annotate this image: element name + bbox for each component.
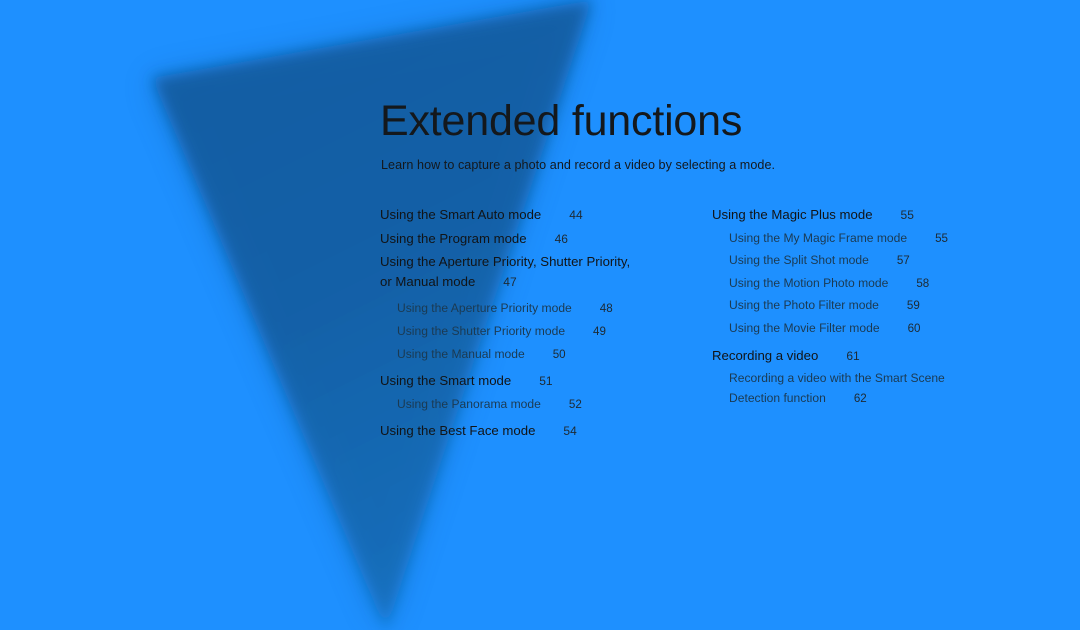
- toc-column-left: Using the Smart Auto mode 44 Using the Pr…: [380, 205, 690, 445]
- toc-entry-page: 57: [896, 254, 910, 268]
- toc-entry-movie-filter[interactable]: Using the Movie Filter mode 60: [712, 319, 1042, 339]
- toc-entry-aperture-priority[interactable]: Using the Aperture Priority mode 48: [380, 299, 690, 319]
- toc-entry-recording-video[interactable]: Recording a video 61: [712, 346, 1042, 367]
- toc-entry-page: 58: [916, 276, 930, 290]
- toc-entry-label: Using the Program mode: [380, 230, 527, 246]
- toc-entry-label: Using the Smart mode: [380, 373, 512, 389]
- toc-entry-aperture-shutter-manual[interactable]: Using the Aperture Priority, Shutter Pri…: [380, 252, 690, 292]
- toc-entry-page: 47: [503, 274, 517, 289]
- toc-entry-best-face-mode[interactable]: Using the Best Face mode 54: [380, 421, 690, 442]
- toc-entry-label: Using the Magic Plus mode: [712, 207, 873, 222]
- toc-entry-photo-filter[interactable]: Using the Photo Filter mode 59: [712, 296, 1042, 316]
- toc-column-right: Using the Magic Plus mode 55 Using the My…: [712, 205, 1042, 411]
- toc-entry-label: Using the Motion Photo mode: [729, 275, 889, 290]
- toc-entry-page: 49: [593, 324, 606, 338]
- page-title: Extended functions: [380, 97, 743, 145]
- toc-entry-label: Recording a video with the Smart Scene: [729, 371, 945, 386]
- toc-entry-shutter-priority[interactable]: Using the Shutter Priority mode 49: [380, 322, 690, 342]
- toc-entry-label-line2: or Manual mode: [380, 273, 476, 289]
- toc-entry-smart-mode[interactable]: Using the Smart mode 51: [380, 371, 690, 392]
- toc-entry-label: Using the Smart Auto mode: [380, 207, 542, 222]
- toc-entry-smart-scene-detection[interactable]: Recording a video with the Smart Scene D…: [712, 369, 1042, 408]
- toc-entry-label: Using the Manual mode: [397, 346, 525, 361]
- toc-entry-label: Using the Movie Filter mode: [729, 320, 880, 335]
- toc-entry-page: 62: [853, 391, 867, 405]
- toc-entry-page: 52: [568, 397, 582, 411]
- toc-entry-page: 54: [563, 424, 577, 439]
- toc-entry-my-magic-frame[interactable]: Using the My Magic Frame mode 55: [712, 229, 1042, 249]
- toc-entry-program[interactable]: Using the Program mode 46: [380, 229, 690, 250]
- toc-entry-label: Using the Aperture Priority, Shutter Pri…: [380, 254, 631, 270]
- toc-entry-panorama-mode[interactable]: Using the Panorama mode 52: [380, 395, 690, 415]
- toc-entry-label: Using the Aperture Priority mode: [397, 301, 572, 316]
- toc-entry-page: 50: [552, 347, 566, 361]
- toc-entry-page: 44: [569, 208, 583, 222]
- toc-entry-page: 51: [539, 374, 553, 389]
- toc-entry-page: 61: [846, 348, 860, 363]
- toc-entry-label: Using the My Magic Frame mode: [729, 230, 908, 245]
- toc-entry-magic-plus[interactable]: Using the Magic Plus mode 55: [712, 205, 1042, 226]
- document-page: Extended functions Learn how to capture …: [0, 0, 1080, 630]
- page-subtitle: Learn how to capture a photo and record …: [381, 158, 776, 172]
- toc-entry-label-line2: Detection function: [729, 390, 826, 405]
- toc-entry-label: Recording a video: [712, 347, 819, 363]
- toc-entry-page: 59: [906, 299, 920, 313]
- toc-entry-label: Using the Best Face mode: [380, 423, 536, 439]
- toc-entry-label: Using the Shutter Priority mode: [397, 323, 566, 338]
- toc-entry-page: 46: [554, 231, 568, 246]
- toc-entry-label: Using the Photo Filter mode: [729, 298, 879, 313]
- toc-entry-page: 48: [599, 302, 613, 316]
- toc-entry-page: 55: [900, 208, 914, 222]
- toc-entry-label: Using the Panorama mode: [397, 396, 541, 411]
- toc-entry-manual-mode[interactable]: Using the Manual mode 50: [380, 345, 690, 365]
- toc-entry-label: Using the Split Shot mode: [729, 253, 869, 268]
- toc-entry-page: 60: [907, 321, 921, 335]
- toc-entry-page: 55: [935, 231, 949, 245]
- toc-entry-smart-auto[interactable]: Using the Smart Auto mode 44: [380, 205, 690, 226]
- toc-entry-motion-photo[interactable]: Using the Motion Photo mode 58: [712, 274, 1042, 294]
- toc-entry-split-shot[interactable]: Using the Split Shot mode 57: [712, 251, 1042, 271]
